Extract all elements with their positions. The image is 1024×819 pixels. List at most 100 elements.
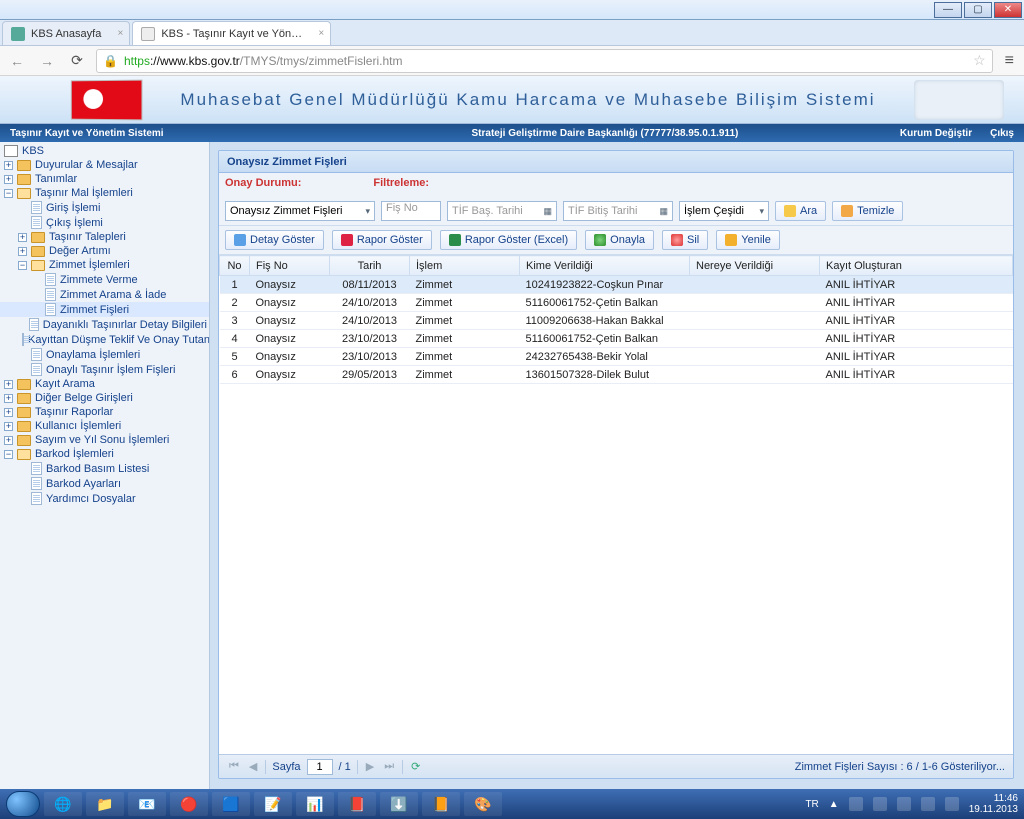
col-fisno[interactable]: Fiş No [250,256,330,276]
col-kime[interactable]: Kime Verildiği [520,256,690,276]
tree-node-barkod-ayar[interactable]: Barkod Ayarları [0,476,209,491]
tray-flag-icon[interactable] [849,797,863,811]
change-org-link[interactable]: Kurum Değiştir [900,128,972,139]
pager-first-button[interactable]: ⏮ [227,760,241,773]
tree-node-barkod-basim[interactable]: Barkod Basım Listesi [0,461,209,476]
taskbar-excel-icon[interactable]: 📊 [296,792,334,816]
tree-node-duyurular[interactable]: +Duyurular & Mesajlar [0,158,209,172]
window-close-button[interactable]: ✕ [994,2,1022,18]
tree-node-kayit-arama[interactable]: +Kayıt Arama [0,377,209,391]
expand-icon[interactable]: + [4,380,13,389]
nav-forward-button[interactable]: → [36,50,58,72]
table-row[interactable]: 1Onaysız08/11/2013Zimmet10241923822-Coşk… [220,276,1013,294]
taskbar-powerpoint-icon[interactable]: 📙 [422,792,460,816]
tree-node-onaylama[interactable]: Onaylama İşlemleri [0,347,209,362]
tree-node-cikis[interactable]: Çıkış İşlemi [0,215,209,230]
tree-node-diger-belge[interactable]: +Diğer Belge Girişleri [0,391,209,405]
tree-node-sayim[interactable]: +Sayım ve Yıl Sonu İşlemleri [0,433,209,447]
tray-volume-icon[interactable] [897,797,911,811]
taskbar-app-icon[interactable]: 🟦 [212,792,250,816]
yenile-button[interactable]: Yenile [716,230,780,250]
pager-last-button[interactable]: ⏭ [382,760,396,773]
pager-next-button[interactable]: ▶ [364,760,376,773]
detay-goster-button[interactable]: Detay Göster [225,230,324,250]
col-tarih[interactable]: Tarih [330,256,410,276]
tree-node-zimmete-verme[interactable]: Zimmete Verme [0,272,209,287]
taskbar-ie-icon[interactable]: 🌐 [44,792,82,816]
tree-node-barkod[interactable]: −Barkod İşlemleri [0,447,209,461]
tree-node-deger[interactable]: +Değer Artımı [0,244,209,258]
islem-cesidi-select[interactable]: İşlem Çeşidi▾ [679,201,769,221]
nav-back-button[interactable]: ← [6,50,28,72]
tree-node-kullanici[interactable]: +Kullanıcı İşlemleri [0,419,209,433]
expand-icon[interactable]: + [4,175,13,184]
bookmark-star-icon[interactable]: ☆ [973,52,986,69]
tree-node-onayli-fis[interactable]: Onaylı Taşınır İşlem Fişleri [0,362,209,377]
temizle-button[interactable]: Temizle [832,201,903,221]
col-no[interactable]: No [220,256,250,276]
table-row[interactable]: 6Onaysız29/05/2013Zimmet13601507328-Dile… [220,366,1013,384]
pager-prev-button[interactable]: ◀ [247,760,259,773]
onay-durumu-select[interactable]: Onaysız Zimmet Fişleri▾ [225,201,375,221]
expand-icon[interactable]: + [4,161,13,170]
nav-tree[interactable]: KBS +Duyurular & Mesajlar +Tanımlar −Taş… [0,142,210,789]
table-row[interactable]: 2Onaysız24/10/2013Zimmet51160061752-Çeti… [220,294,1013,312]
expand-icon[interactable]: + [4,422,13,431]
collapse-icon[interactable]: − [18,261,27,270]
tray-clock[interactable]: 11:46 19.11.2013 [969,793,1018,815]
logout-link[interactable]: Çıkış [990,128,1014,139]
onayla-button[interactable]: Onayla [585,230,654,250]
tif-bitis-input[interactable]: TİF Bitiş Tarihi▦ [563,201,673,221]
tab-close-icon[interactable]: × [318,28,324,39]
collapse-icon[interactable]: − [4,189,13,198]
calendar-icon[interactable]: ▦ [659,206,668,217]
tree-node-tanimlar[interactable]: +Tanımlar [0,172,209,186]
rapor-goster-button[interactable]: Rapor Göster [332,230,432,250]
url-bar[interactable]: 🔒 https://www.kbs.gov.tr/TMYS/tmys/zimme… [96,49,993,73]
table-row[interactable]: 3Onaysız24/10/2013Zimmet11009206638-Haka… [220,312,1013,330]
tif-bas-input[interactable]: TİF Baş. Tarihi▦ [447,201,557,221]
tree-node-dayanikli[interactable]: Dayanıklı Taşınırlar Detay Bilgileri [0,317,209,332]
grid-scroll[interactable]: No Fiş No Tarih İşlem Kime Verildiği Ner… [219,255,1013,754]
pager-page-input[interactable] [307,759,333,775]
ara-button[interactable]: Ara [775,201,826,221]
browser-tab-1[interactable]: KBS - Taşınır Kayıt ve Yön… × [132,21,331,45]
taskbar-paint-icon[interactable]: 🎨 [464,792,502,816]
tray-up-icon[interactable]: ▲ [829,799,839,810]
col-nereye[interactable]: Nereye Verildiği [690,256,820,276]
start-button[interactable] [6,791,40,817]
taskbar-explorer-icon[interactable]: 📁 [86,792,124,816]
taskbar-download-icon[interactable]: ⬇️ [380,792,418,816]
tree-root[interactable]: KBS [0,144,209,158]
tree-node-raporlar[interactable]: +Taşınır Raporlar [0,405,209,419]
collapse-icon[interactable]: − [4,450,13,459]
pager-refresh-button[interactable]: ⟳ [409,760,422,773]
browser-tab-0[interactable]: KBS Anasayfa × [2,21,130,45]
tray-lang[interactable]: TR [805,799,818,810]
taskbar-chrome-icon[interactable]: 🔴 [170,792,208,816]
expand-icon[interactable]: + [18,247,27,256]
tree-node-tasinir-mal[interactable]: −Taşınır Mal İşlemleri [0,186,209,200]
tree-node-zimmet-arama[interactable]: Zimmet Arama & İade [0,287,209,302]
table-row[interactable]: 4Onaysız23/10/2013Zimmet51160061752-Çeti… [220,330,1013,348]
rapor-goster-excel-button[interactable]: Rapor Göster (Excel) [440,230,577,250]
browser-menu-button[interactable]: ≡ [1001,52,1018,70]
tree-node-giris[interactable]: Giriş İşlemi [0,200,209,215]
tree-node-talep[interactable]: +Taşınır Talepleri [0,230,209,244]
taskbar-outlook-icon[interactable]: 📧 [128,792,166,816]
col-islem[interactable]: İşlem [410,256,520,276]
table-row[interactable]: 5Onaysız23/10/2013Zimmet24232765438-Beki… [220,348,1013,366]
window-maximize-button[interactable]: ▢ [964,2,992,18]
expand-icon[interactable]: + [4,394,13,403]
calendar-icon[interactable]: ▦ [543,206,552,217]
taskbar-pdf-icon[interactable]: 📕 [338,792,376,816]
taskbar-word-icon[interactable]: 📝 [254,792,292,816]
tree-node-zimmet-fisleri[interactable]: Zimmet Fişleri [0,302,209,317]
tree-node-zimmet-isl[interactable]: −Zimmet İşlemleri [0,258,209,272]
tree-node-yardimci[interactable]: Yardımcı Dosyalar [0,491,209,506]
nav-reload-button[interactable]: ⟳ [66,50,88,72]
tray-shield-icon[interactable] [921,797,935,811]
tray-app-icon[interactable] [945,797,959,811]
expand-icon[interactable]: + [4,408,13,417]
tray-network-icon[interactable] [873,797,887,811]
